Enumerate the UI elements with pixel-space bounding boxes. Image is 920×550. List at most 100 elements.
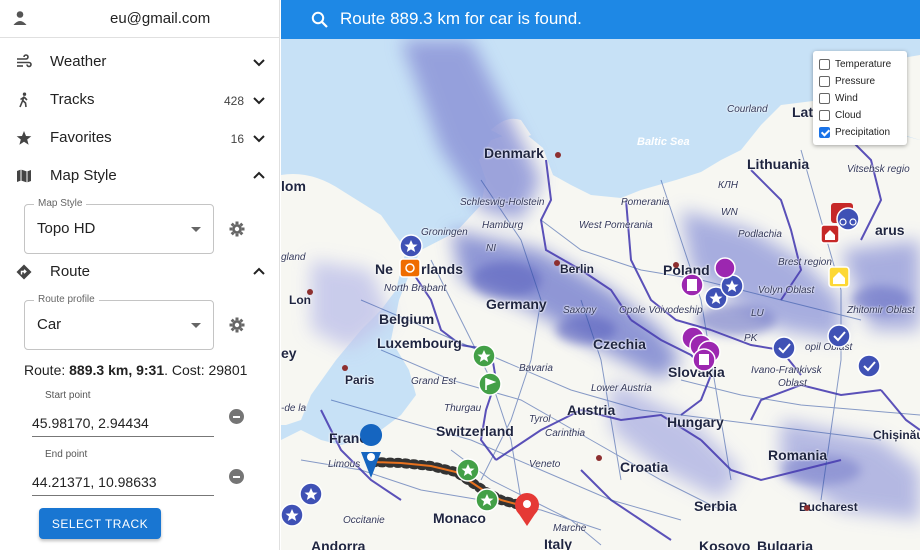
layer-toggle-precipitation[interactable]: Precipitation xyxy=(819,124,907,141)
account-row[interactable]: eu@gmail.com xyxy=(0,0,279,38)
map-style-value: Topo HD xyxy=(37,220,96,237)
remove-start-point-icon[interactable] xyxy=(229,409,244,424)
route-profile-select[interactable]: Route profile Car xyxy=(24,294,214,350)
map-label: -de la xyxy=(281,403,307,414)
map-label: Veneto xyxy=(529,459,561,470)
map-label: Bucharest xyxy=(799,500,858,514)
map-icon xyxy=(17,169,31,183)
tracks-count: 428 xyxy=(223,94,244,108)
map-label: Saxony xyxy=(563,305,597,316)
map-label: Berlin xyxy=(560,262,595,276)
map-label: arus xyxy=(875,222,905,238)
map-label: Monaco xyxy=(433,510,486,526)
sidebar-item-favorites[interactable]: Favorites 16 xyxy=(0,119,280,157)
map-label: Marche xyxy=(553,523,587,534)
layer-toggle-pressure[interactable]: Pressure xyxy=(819,73,907,90)
layer-toggle-temperature[interactable]: Temperature xyxy=(819,56,907,73)
map-label: North Brabant xyxy=(384,283,447,294)
map-label: Italy xyxy=(544,536,573,550)
checkbox[interactable] xyxy=(819,59,830,70)
map-label: Carinthia xyxy=(545,428,586,439)
end-point-input[interactable]: 44.21371, 10.98633 xyxy=(32,470,214,496)
map-label: ey xyxy=(281,345,297,361)
dropdown-caret-icon xyxy=(191,323,201,328)
gear-icon[interactable] xyxy=(229,317,245,333)
select-track-button[interactable]: SELECT TRACK xyxy=(39,508,161,539)
map-label: Schleswig-Holstein xyxy=(460,197,545,208)
map-label: LU xyxy=(751,308,764,319)
map-label: Romania xyxy=(768,447,828,463)
chevron-up-icon xyxy=(253,267,265,275)
map-label: Occitanie xyxy=(343,515,385,526)
map-label: Austria xyxy=(567,402,616,418)
map-label: NI xyxy=(486,243,496,254)
route-profile-legend: Route profile xyxy=(34,294,99,305)
map-label: lom xyxy=(281,178,306,194)
map-label: West Pomerania xyxy=(579,220,653,231)
remove-end-point-icon[interactable] xyxy=(229,469,244,484)
map-label: gland xyxy=(281,252,306,263)
checkbox[interactable] xyxy=(819,76,830,87)
checkbox[interactable] xyxy=(819,110,830,121)
map-label: Luxembourg xyxy=(377,335,462,351)
layer-toggle-wind[interactable]: Wind xyxy=(819,90,907,107)
map-label: Vitsebsk regio xyxy=(847,164,910,175)
map-label: France xyxy=(329,430,375,446)
checkbox[interactable] xyxy=(819,127,830,138)
person-icon xyxy=(13,11,27,25)
map-label: Volyn Oblast xyxy=(758,285,815,296)
checkbox[interactable] xyxy=(819,93,830,104)
map-style-select[interactable]: Map Style Topo HD xyxy=(24,198,214,254)
layer-label: Temperature xyxy=(835,59,892,70)
sidebar-item-map-style[interactable]: Map Style xyxy=(0,157,280,195)
layer-toggle-cloud[interactable]: Cloud xyxy=(819,107,907,124)
map-label: Lon xyxy=(289,293,311,307)
end-point-label: End point xyxy=(45,449,88,460)
map-label: Thurgau xyxy=(444,403,482,414)
route-profile-value: Car xyxy=(37,316,62,333)
map-label: Chișinău xyxy=(873,428,920,442)
search-icon[interactable] xyxy=(311,11,328,28)
route-time: 9:31 xyxy=(136,362,165,378)
sidebar-item-weather[interactable]: Weather xyxy=(0,43,280,81)
sidebar-item-label: Weather xyxy=(50,53,107,70)
sidebar-item-label: Route xyxy=(50,263,91,280)
map-label: Podlachia xyxy=(738,229,782,240)
route-cost: . Cost: 29801 xyxy=(164,362,248,378)
route-status-bar: Route 889.3 km for car is found. xyxy=(281,0,920,39)
map-label: Limous xyxy=(328,459,361,470)
map-label: Kosovo xyxy=(699,538,751,550)
sidebar-item-label: Tracks xyxy=(50,91,95,108)
map[interactable]: Denmark Baltic Sea Courland Latvi Lithua… xyxy=(281,0,920,550)
gear-icon[interactable] xyxy=(229,221,245,237)
chevron-up-icon xyxy=(253,171,265,179)
chevron-down-icon xyxy=(253,97,265,105)
sidebar: eu@gmail.com Weather Tracks 428 Favorite… xyxy=(0,0,280,550)
route-summary-prefix: Route: xyxy=(24,362,70,378)
map-label: Czechia xyxy=(593,336,646,352)
map-label: Courland xyxy=(727,104,768,115)
sidebar-item-label: Favorites xyxy=(50,129,112,146)
map-label: Ivano-Frankivsk xyxy=(751,365,822,376)
map-style-legend: Map Style xyxy=(34,198,87,209)
map-label: Brest region xyxy=(778,257,832,268)
map-label: Andorra xyxy=(311,538,366,550)
chevron-down-icon xyxy=(253,135,265,143)
sidebar-item-route[interactable]: Route xyxy=(0,253,280,291)
hiking-icon xyxy=(19,92,28,108)
map-label: Croatia xyxy=(620,459,669,475)
sidebar-item-tracks[interactable]: Tracks 428 xyxy=(0,81,280,119)
start-point-input[interactable]: 45.98170, 2.94434 xyxy=(32,411,214,437)
map-label: Belgium xyxy=(379,311,435,327)
map-label: Ne xyxy=(375,261,393,277)
layer-label: Precipitation xyxy=(835,127,891,138)
map-label: Hamburg xyxy=(482,220,524,231)
map-label: Germany xyxy=(486,296,547,312)
map-label: Paris xyxy=(345,373,375,387)
map-label: Hungary xyxy=(667,414,724,430)
map-label: Grand Est xyxy=(411,376,457,387)
map-label: Zhitomir Oblast xyxy=(847,305,915,316)
map-label: КЛН xyxy=(718,180,738,191)
weather-layers-panel: Temperature Pressure Wind Cloud Precipit… xyxy=(813,51,907,145)
route-summary-sep: , xyxy=(128,362,137,378)
